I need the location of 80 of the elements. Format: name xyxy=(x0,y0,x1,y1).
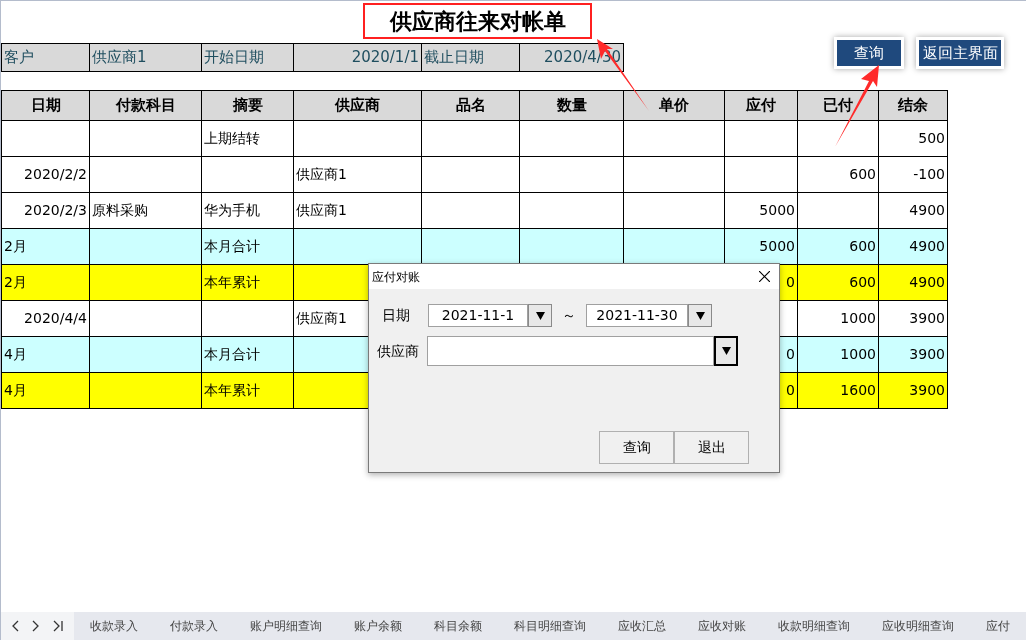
sheet-tab[interactable]: 应收汇总 xyxy=(602,617,682,635)
table-cell: 供应商1 xyxy=(294,157,422,193)
column-header: 数量 xyxy=(520,91,624,121)
table-cell: 4900 xyxy=(879,193,948,229)
sheet-tab[interactable]: 应付 xyxy=(970,617,1026,635)
start-date-field[interactable]: 2021-11-1 xyxy=(428,304,528,327)
dropdown-button[interactable] xyxy=(688,304,712,327)
table-cell: 2月 xyxy=(2,229,90,265)
table-cell: 3900 xyxy=(879,373,948,409)
table-cell: 600 xyxy=(798,157,879,193)
query-button[interactable]: 查询 xyxy=(837,40,901,66)
return-main-button[interactable]: 返回主界面 xyxy=(919,40,1001,66)
exit-button[interactable]: 退出 xyxy=(674,431,749,464)
chevron-right-icon[interactable] xyxy=(32,620,40,632)
close-icon[interactable] xyxy=(759,271,770,282)
table-cell: 上期结转 xyxy=(202,121,294,157)
table-cell: 5000 xyxy=(725,229,798,265)
sheet-tab[interactable]: 收款录入 xyxy=(74,617,154,635)
column-header: 日期 xyxy=(2,91,90,121)
table-cell: 本月合计 xyxy=(202,229,294,265)
date-label: 日期 xyxy=(382,306,411,325)
dropdown-caret-icon xyxy=(721,347,731,355)
info-label: 供应商1 xyxy=(90,44,202,72)
table-cell: 本年累计 xyxy=(202,265,294,301)
column-header: 结余 xyxy=(879,91,948,121)
table-cell: 500 xyxy=(879,121,948,157)
sheet-tab[interactable]: 账户余额 xyxy=(338,617,418,635)
table-cell: 本年累计 xyxy=(202,373,294,409)
info-label: 截止日期 xyxy=(422,44,520,72)
dropdown-button[interactable] xyxy=(528,304,552,327)
column-header: 付款科目 xyxy=(90,91,202,121)
table-cell: 2月 xyxy=(2,265,90,301)
table-cell: -100 xyxy=(879,157,948,193)
table-cell: 2020/2/2 xyxy=(2,157,90,193)
column-header: 品名 xyxy=(422,91,520,121)
dropdown-button[interactable] xyxy=(714,336,738,366)
sheet-tab[interactable]: 应收明细查询 xyxy=(866,617,970,635)
supplier-field[interactable] xyxy=(427,336,714,366)
table-cell: 4月 xyxy=(2,337,90,373)
table-cell: 4月 xyxy=(2,373,90,409)
table-cell: 1000 xyxy=(798,301,879,337)
table-cell: 本月合计 xyxy=(202,337,294,373)
supplier-label: 供应商 xyxy=(377,341,420,361)
table-cell: 600 xyxy=(798,265,879,301)
sheet-tab[interactable]: 付款录入 xyxy=(154,617,234,635)
table-cell: 4900 xyxy=(879,265,948,301)
info-label: 客户 xyxy=(2,44,90,72)
sheet-tab[interactable]: 科目明细查询 xyxy=(498,617,602,635)
column-header: 单价 xyxy=(624,91,725,121)
last-sheet-icon[interactable] xyxy=(52,620,64,632)
table-cell: 3900 xyxy=(879,301,948,337)
dialog-title: 应付对账 xyxy=(372,268,420,286)
sheet-tab[interactable]: 科目余额 xyxy=(418,617,498,635)
table-cell: 华为手机 xyxy=(202,193,294,229)
end-date-field[interactable]: 2021-11-30 xyxy=(586,304,688,327)
sheet-tab[interactable]: 收款明细查询 xyxy=(762,617,866,635)
info-label: 开始日期 xyxy=(202,44,294,72)
column-header: 应付 xyxy=(725,91,798,121)
table-cell: 3900 xyxy=(879,337,948,373)
dropdown-caret-icon xyxy=(695,311,705,320)
query-button[interactable]: 查询 xyxy=(599,431,674,464)
table-cell: 1600 xyxy=(798,373,879,409)
table-cell: 2020/4/4 xyxy=(2,301,90,337)
date-value: 2020/1/1 xyxy=(294,44,422,72)
table-cell: 原料采购 xyxy=(90,193,202,229)
table-cell: 2020/2/3 xyxy=(2,193,90,229)
sheet-tab[interactable]: 账户明细查询 xyxy=(234,617,338,635)
table-cell: 5000 xyxy=(725,193,798,229)
table-cell: 1000 xyxy=(798,337,879,373)
dropdown-caret-icon xyxy=(535,311,545,320)
sheet-tab[interactable]: 应收对账 xyxy=(682,617,762,635)
column-header: 摘要 xyxy=(202,91,294,121)
chevron-left-icon[interactable] xyxy=(11,620,20,632)
column-header: 已付 xyxy=(798,91,879,121)
range-separator: ～ xyxy=(561,306,577,325)
column-header: 供应商 xyxy=(294,91,422,121)
table-cell: 4900 xyxy=(879,229,948,265)
report-title: 供应商往来对帐单 xyxy=(363,3,592,39)
table-cell: 600 xyxy=(798,229,879,265)
table-cell: 供应商1 xyxy=(294,193,422,229)
